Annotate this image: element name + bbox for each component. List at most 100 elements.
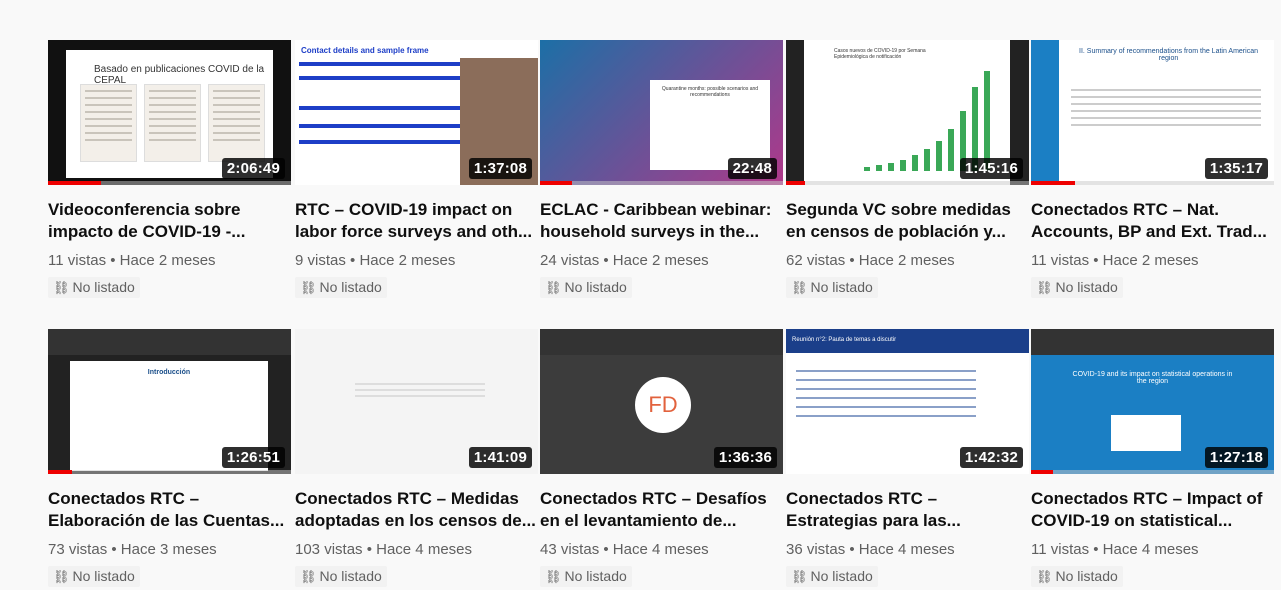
document-image: [208, 84, 265, 162]
video-meta: 43 vistas • Hace 4 meses: [540, 541, 709, 558]
video-meta: 11 vistas • Hace 4 meses: [1031, 541, 1199, 558]
link-icon: ⛓: [1036, 280, 1053, 295]
link-icon: ⛓: [791, 280, 808, 295]
video-title[interactable]: Videoconferencia sobre impacto de COVID-…: [48, 199, 291, 243]
video-thumbnail[interactable]: Casos nuevos de COVID-19 por Semana Epid…: [786, 40, 1029, 185]
unlisted-badge: ⛓ No listado: [295, 566, 387, 587]
faint-text: [355, 379, 485, 409]
video-thumbnail[interactable]: Introducción 1:26:51: [48, 329, 291, 474]
link-icon: ⛓: [300, 569, 317, 584]
video-thumbnail[interactable]: FD 1:36:36: [540, 329, 783, 474]
badge-label: No listado: [564, 568, 627, 584]
video-title[interactable]: Conectados RTC – Nat. Accounts, BP and E…: [1031, 199, 1274, 243]
side-band: [1031, 40, 1059, 185]
video-title[interactable]: Conectados RTC – Elaboración de las Cuen…: [48, 488, 291, 532]
video-thumbnail[interactable]: II. Summary of recommendations from the …: [1031, 40, 1274, 185]
unlisted-badge: ⛓ No listado: [295, 277, 387, 298]
link-icon: ⛓: [545, 280, 562, 295]
slide-box: [299, 124, 473, 128]
participants-strip: [48, 329, 291, 355]
avatar: FD: [635, 377, 691, 433]
video-card[interactable]: COVID-19 and its impact on statistical o…: [1031, 329, 1274, 587]
video-meta: 24 vistas • Hace 2 meses: [540, 252, 709, 269]
duration-badge: 1:41:09: [468, 447, 532, 468]
video-card[interactable]: Casos nuevos de COVID-19 por Semana Epid…: [786, 40, 1029, 298]
duration-badge: 22:48: [727, 158, 777, 179]
unlisted-badge: ⛓ No listado: [540, 566, 632, 587]
unlisted-badge: ⛓ No listado: [1031, 566, 1123, 587]
link-icon: ⛓: [53, 280, 70, 295]
video-thumbnail[interactable]: Reunión n°2: Pauta de temas a discutir 1…: [786, 329, 1029, 474]
slide-heading: Casos nuevos de COVID-19 por Semana Epid…: [834, 48, 926, 60]
participants-strip: [540, 329, 783, 355]
duration-badge: 1:42:32: [959, 447, 1023, 468]
video-title[interactable]: Conectados RTC – Impact of COVID-19 on s…: [1031, 488, 1274, 532]
video-title[interactable]: Segunda VC sobre medidas en censos de po…: [786, 199, 1029, 243]
video-title[interactable]: ECLAC - Caribbean webinar: household sur…: [540, 199, 783, 243]
video-card[interactable]: Quarantine months: possible scenarios an…: [540, 40, 783, 298]
progress-track: [540, 181, 783, 185]
duration-badge: 1:27:18: [1204, 447, 1268, 468]
slide-header: Reunión n°2: Pauta de temas a discutir: [786, 329, 1029, 353]
video-meta: 11 vistas • Hace 2 meses: [48, 252, 216, 269]
slide-heading: Introducción: [147, 369, 191, 376]
video-card[interactable]: Introducción 1:26:51 Conectados RTC – El…: [48, 329, 291, 587]
video-title[interactable]: Conectados RTC – Estrategias para las...: [786, 488, 1029, 532]
unlisted-badge: ⛓ No listado: [48, 277, 140, 298]
video-card[interactable]: Reunión n°2: Pauta de temas a discutir 1…: [786, 329, 1029, 587]
slide-heading: Contact details and sample frame: [301, 46, 429, 55]
slide-box: [1111, 415, 1181, 451]
video-thumbnail[interactable]: Basado en publicaciones COVID de la CEPA…: [48, 40, 291, 185]
unlisted-badge: ⛓ No listado: [48, 566, 140, 587]
progress-bar: [540, 181, 572, 185]
video-meta: 73 vistas • Hace 3 meses: [48, 541, 217, 558]
video-thumbnail[interactable]: Contact details and sample frame 1:37:08: [295, 40, 538, 185]
unlisted-badge: ⛓ No listado: [786, 566, 878, 587]
video-title[interactable]: Conectados RTC – Desafíos en el levantam…: [540, 488, 783, 532]
slide-text: [796, 363, 976, 424]
video-title[interactable]: RTC – COVID-19 impact on labor force sur…: [295, 199, 538, 243]
duration-badge: 1:37:08: [468, 158, 532, 179]
badge-label: No listado: [810, 279, 873, 295]
unlisted-badge: ⛓ No listado: [540, 277, 632, 298]
progress-bar: [48, 181, 102, 185]
duration-badge: 1:35:17: [1204, 158, 1268, 179]
duration-badge: 1:36:36: [713, 447, 777, 468]
link-icon: ⛓: [545, 569, 562, 584]
video-thumbnail[interactable]: 1:41:09: [295, 329, 538, 474]
video-card[interactable]: Contact details and sample frame 1:37:08…: [295, 40, 538, 298]
badge-label: No listado: [319, 568, 382, 584]
participants-strip: [1031, 329, 1274, 355]
link-icon: ⛓: [300, 280, 317, 295]
duration-badge: 2:06:49: [221, 158, 285, 179]
badge-label: No listado: [319, 279, 382, 295]
video-title[interactable]: Conectados RTC – Medidas adoptadas en lo…: [295, 488, 538, 532]
progress-bar: [1031, 470, 1053, 474]
video-card[interactable]: Basado en publicaciones COVID de la CEPA…: [48, 40, 291, 298]
unlisted-badge: ⛓ No listado: [1031, 277, 1123, 298]
video-card[interactable]: 1:41:09 Conectados RTC – Medidas adoptad…: [295, 329, 538, 587]
slide-box: [299, 140, 473, 144]
unlisted-badge: ⛓ No listado: [786, 277, 878, 298]
badge-label: No listado: [72, 279, 135, 295]
link-icon: ⛓: [791, 569, 808, 584]
slide: Quarantine months: possible scenarios an…: [650, 80, 770, 170]
video-thumbnail[interactable]: Quarantine months: possible scenarios an…: [540, 40, 783, 185]
badge-label: No listado: [1055, 568, 1118, 584]
document-image: [144, 84, 201, 162]
slide-box: [299, 62, 473, 66]
video-meta: 11 vistas • Hace 2 meses: [1031, 252, 1199, 269]
progress-bar: [48, 470, 73, 474]
video-card[interactable]: FD 1:36:36 Conectados RTC – Desafíos en …: [540, 329, 783, 587]
slide-heading: COVID-19 and its impact on statistical o…: [1072, 371, 1233, 385]
duration-badge: 1:45:16: [959, 158, 1023, 179]
video-thumbnail[interactable]: COVID-19 and its impact on statistical o…: [1031, 329, 1274, 474]
video-card[interactable]: II. Summary of recommendations from the …: [1031, 40, 1274, 298]
slide-heading: Reunión n°2: Pauta de temas a discutir: [792, 337, 897, 343]
progress-track: [48, 470, 291, 474]
slide-box: [299, 76, 473, 80]
slide-heading: Quarantine months: possible scenarios an…: [661, 86, 759, 98]
duration-badge: 1:26:51: [221, 447, 285, 468]
badge-label: No listado: [810, 568, 873, 584]
badge-label: No listado: [72, 568, 135, 584]
